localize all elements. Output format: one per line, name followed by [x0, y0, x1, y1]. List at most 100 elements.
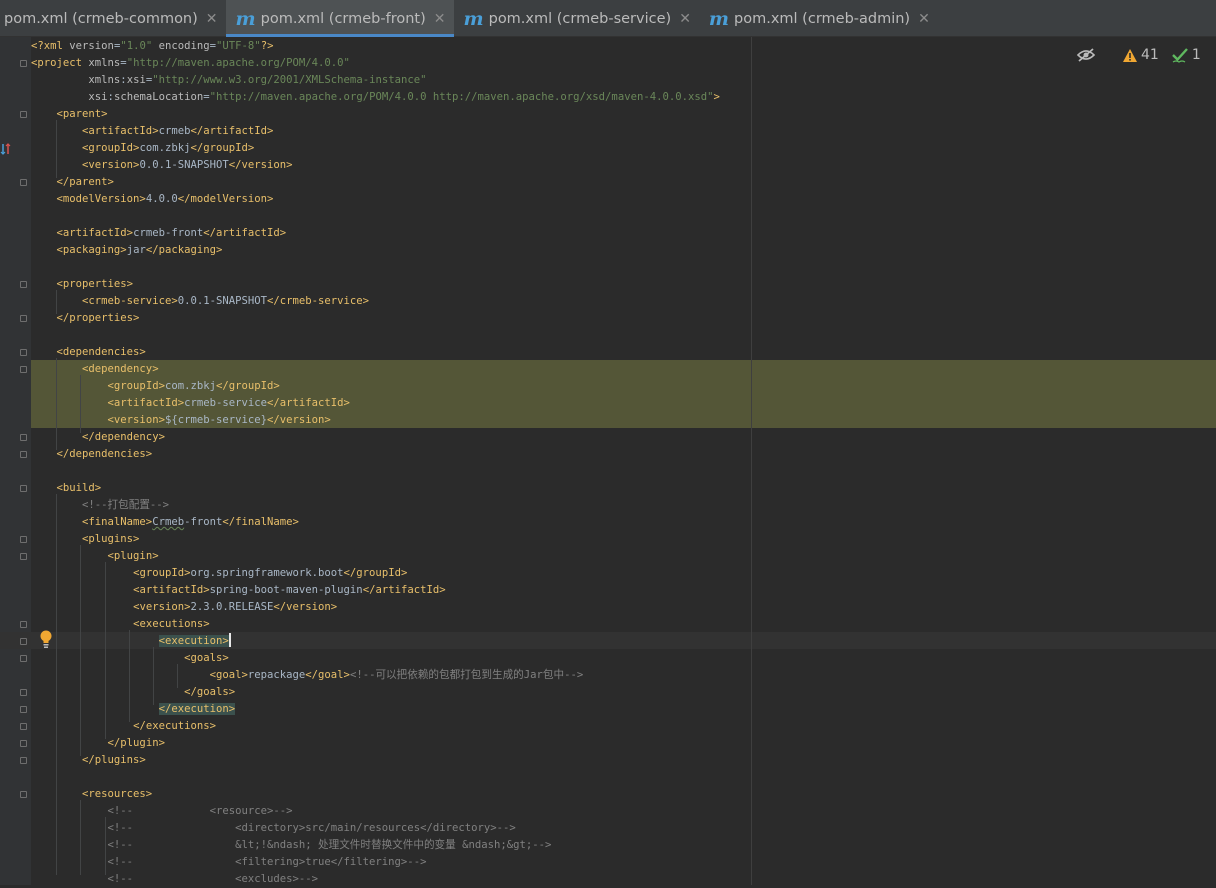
code-token: <!-- <directory>src/main/resources</dire…: [107, 822, 516, 834]
warnings-counter[interactable]: 41: [1122, 47, 1159, 63]
code-line[interactable]: <groupId>com.zbkj</groupId>: [31, 140, 254, 157]
code-token: <plugins>: [82, 533, 140, 545]
fold-marker-icon[interactable]: [20, 281, 27, 288]
fold-marker-icon[interactable]: [20, 60, 27, 67]
code-line[interactable]: <modelVersion>4.0.0</modelVersion>: [31, 191, 274, 208]
implementation-gutter-icon[interactable]: [0, 141, 12, 157]
editor-tab-bar: pom.xml (crmeb-common) ✕ m pom.xml (crmeb-f…: [0, 0, 1216, 37]
code-line[interactable]: <artifactId>crmeb-service</artifactId>: [31, 395, 350, 412]
code-line[interactable]: <version>${crmeb-service}</version>: [31, 412, 331, 429]
maven-file-icon: m: [235, 7, 256, 30]
tab-label: pom.xml (crmeb-front): [260, 10, 426, 27]
fold-marker-icon[interactable]: [20, 757, 27, 764]
code-line[interactable]: <?xml version="1.0" encoding="UTF-8"?>: [31, 38, 273, 55]
typos-counter[interactable]: 1: [1171, 47, 1201, 63]
code-line[interactable]: <executions>: [31, 616, 210, 633]
code-line[interactable]: </parent>: [31, 174, 114, 191]
fold-marker-icon[interactable]: [20, 349, 27, 356]
code-line[interactable]: <parent>: [31, 106, 108, 123]
code-line[interactable]: </execution>: [31, 701, 236, 718]
code-token: </goals>: [184, 686, 236, 698]
fold-marker-icon[interactable]: [20, 111, 27, 118]
code-line[interactable]: <version>0.0.1-SNAPSHOT</version>: [31, 157, 292, 174]
code-line[interactable]: </dependency>: [31, 429, 165, 446]
fold-marker-icon[interactable]: [20, 621, 27, 628]
code-line[interactable]: <plugin>: [31, 548, 159, 565]
code-token: <!-- <resource>-->: [107, 805, 293, 817]
maven-file-icon: m: [463, 7, 484, 30]
close-tab-icon[interactable]: ✕: [679, 11, 691, 27]
tab-label: pom.xml (crmeb-service): [488, 10, 672, 27]
code-line[interactable]: xsi:schemaLocation="http://maven.apache.…: [31, 89, 719, 106]
intention-bulb-icon[interactable]: [38, 629, 54, 649]
fold-marker-icon[interactable]: [20, 434, 27, 441]
toggle-reader-mode[interactable]: [1076, 47, 1096, 63]
code-line[interactable]: <artifactId>spring-boot-maven-plugin</ar…: [31, 582, 446, 599]
code-line[interactable]: <dependency>: [31, 361, 159, 378]
code-line[interactable]: <goal>repackage</goal><!--可以把依赖的包都打包到生成的…: [31, 667, 584, 684]
fold-marker-icon[interactable]: [20, 791, 27, 798]
tab-2[interactable]: m pom.xml (crmeb-service) ✕: [454, 0, 699, 37]
tab-0[interactable]: pom.xml (crmeb-common) ✕: [0, 0, 226, 37]
code-line[interactable]: <!-- <resource>-->: [31, 803, 293, 820]
code-line[interactable]: <dependencies>: [31, 344, 146, 361]
code-line[interactable]: <artifactId>crmeb-front</artifactId>: [31, 225, 287, 242]
code-line[interactable]: xmlns:xsi="http://www.w3.org/2001/XMLSch…: [31, 72, 426, 89]
maven-file-icon: m: [708, 7, 730, 30]
fold-marker-icon[interactable]: [20, 366, 27, 373]
code-token: 0.0.1-SNAPSHOT: [139, 159, 229, 171]
fold-marker-icon[interactable]: [20, 536, 27, 543]
code-token: </plugins>: [82, 754, 146, 766]
code-line[interactable]: <goals>: [31, 650, 229, 667]
close-tab-icon[interactable]: ✕: [206, 11, 218, 27]
fold-marker-icon[interactable]: [20, 485, 27, 492]
code-line[interactable]: <!--打包配置-->: [31, 497, 169, 514]
code-line[interactable]: <version>2.3.0.RELEASE</version>: [31, 599, 337, 616]
code-line[interactable]: <crmeb-service>0.0.1-SNAPSHOT</crmeb-ser…: [31, 293, 369, 310]
code-line[interactable]: <plugins>: [31, 531, 139, 548]
code-token: "UTF-8": [216, 40, 261, 52]
code-line[interactable]: </goals>: [31, 684, 235, 701]
code-line[interactable]: <project xmlns="http://maven.apache.org/…: [31, 55, 350, 72]
code-token: </artifactId>: [190, 125, 274, 137]
code-line[interactable]: </dependencies>: [31, 446, 153, 463]
code-token: <!--打包配置-->: [82, 499, 170, 511]
fold-marker-icon[interactable]: [20, 706, 27, 713]
code-line[interactable]: </executions>: [31, 718, 216, 735]
code-editor[interactable]: <?xml version="1.0" encoding="UTF-8"?> <p…: [0, 37, 1216, 885]
code-token: </modelVersion>: [177, 193, 274, 205]
code-token: 4.0.0: [145, 193, 178, 205]
fold-marker-icon[interactable]: [20, 740, 27, 747]
fold-marker-icon[interactable]: [20, 315, 27, 322]
code-line[interactable]: <execution>: [31, 633, 231, 650]
code-line[interactable]: <resources>: [31, 786, 152, 803]
fold-marker-icon[interactable]: [20, 553, 27, 560]
code-line[interactable]: <artifactId>crmeb</artifactId>: [31, 123, 273, 140]
code-line[interactable]: </plugin>: [31, 735, 165, 752]
close-tab-icon[interactable]: ✕: [918, 11, 930, 27]
code-line[interactable]: <!-- <filtering>true</filtering>-->: [31, 854, 427, 871]
code-line[interactable]: </properties>: [31, 310, 140, 327]
code-token: </version>: [267, 414, 331, 426]
code-line[interactable]: <groupId>org.springframework.boot</group…: [31, 565, 407, 582]
fold-marker-icon[interactable]: [20, 723, 27, 730]
code-line[interactable]: </plugins>: [31, 752, 146, 769]
code-line[interactable]: <finalName>Crmeb-front</finalName>: [31, 514, 299, 531]
fold-marker-icon[interactable]: [20, 179, 27, 186]
fold-marker-icon[interactable]: [20, 655, 27, 662]
code-line[interactable]: <properties>: [31, 276, 134, 293]
code-line[interactable]: <groupId>com.zbkj</groupId>: [31, 378, 280, 395]
fold-marker-icon[interactable]: [20, 689, 27, 696]
close-tab-icon[interactable]: ✕: [434, 11, 446, 27]
tab-1[interactable]: m pom.xml (crmeb-front) ✕: [225, 0, 454, 37]
code-token: <executions>: [133, 618, 210, 630]
code-line[interactable]: <!-- <excludes>-->: [31, 871, 318, 888]
fold-marker-icon[interactable]: [20, 451, 27, 458]
code-line[interactable]: <packaging>jar</packaging>: [31, 242, 223, 259]
code-line[interactable]: <!-- <directory>src/main/resources</dire…: [31, 820, 516, 837]
code-line[interactable]: <!-- &lt;!&ndash; 处理文件时替换文件中的变量 &ndash;&…: [31, 837, 552, 854]
inspection-widget[interactable]: 41 1: [1076, 46, 1213, 64]
code-line[interactable]: <build>: [31, 480, 102, 497]
tab-3[interactable]: m pom.xml (crmeb-admin) ✕: [699, 0, 938, 37]
fold-marker-icon[interactable]: [20, 638, 27, 645]
